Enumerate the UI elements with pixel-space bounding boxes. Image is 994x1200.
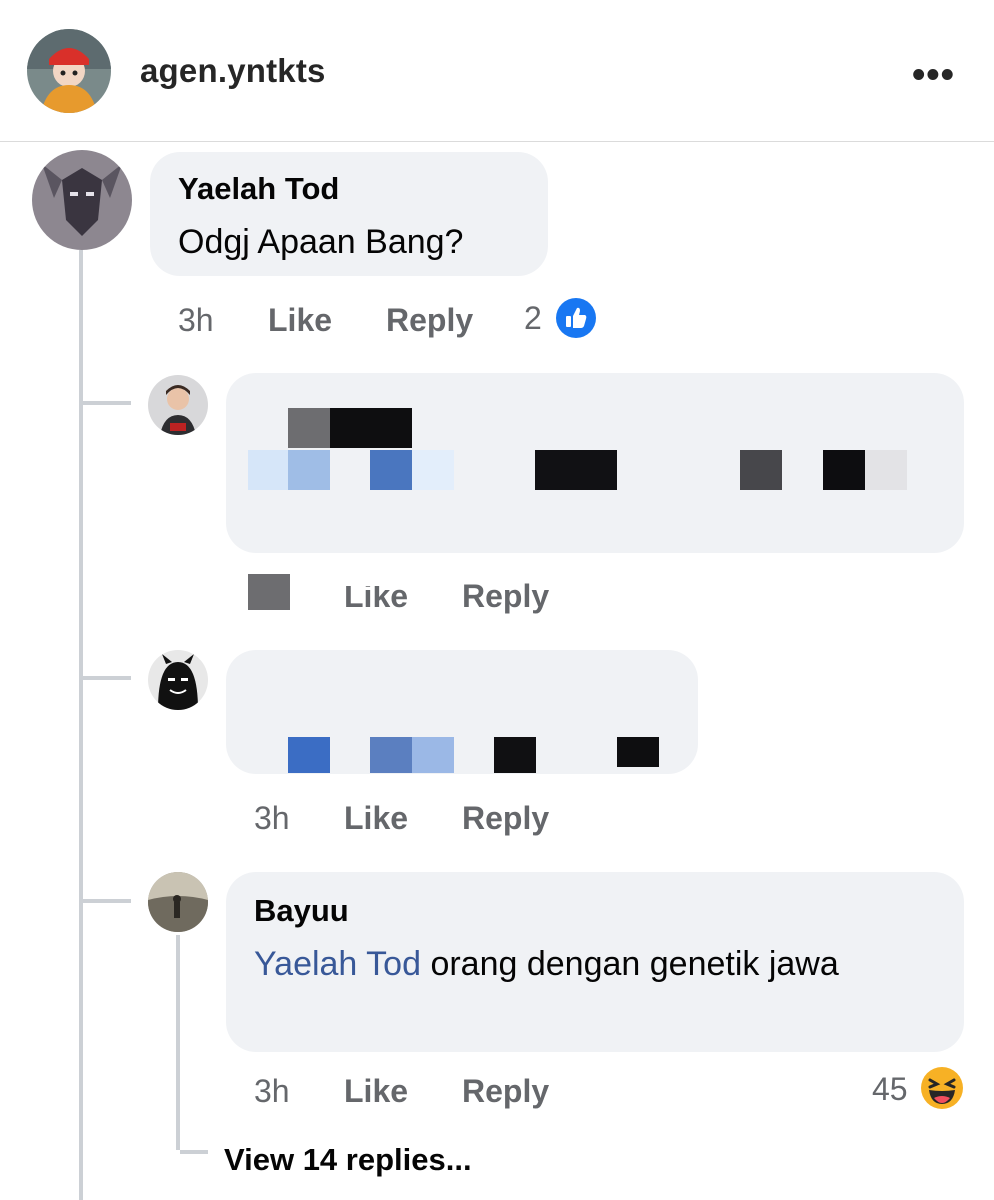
censor-block <box>330 408 412 448</box>
comment-text: Odgj Apaan Bang? <box>178 223 464 261</box>
mention-link[interactable]: Yaelah Tod <box>254 945 421 983</box>
censor-block <box>494 737 536 773</box>
commenter-avatar[interactable] <box>148 872 208 932</box>
censor-block <box>617 737 659 767</box>
reply-button[interactable]: Reply <box>462 1073 549 1110</box>
like-button[interactable]: Like <box>344 586 408 615</box>
comment-body: orang dengan genetik jawa <box>421 945 839 983</box>
commenter-avatar[interactable] <box>148 375 208 435</box>
censor-block <box>865 450 907 490</box>
censor-block <box>370 450 412 490</box>
comment-author[interactable]: Yaelah Tod <box>178 171 339 207</box>
view-replies-link[interactable]: View 14 replies... <box>224 1142 472 1178</box>
thread-branch-2 <box>83 676 131 680</box>
censor-block <box>288 737 330 773</box>
profile-username[interactable]: agen.yntkts <box>140 52 326 90</box>
censor-block <box>535 450 617 490</box>
thread-branch-view <box>180 1150 208 1154</box>
comment-time: 3h <box>254 800 290 836</box>
commenter-avatar[interactable] <box>148 650 208 710</box>
like-button[interactable]: Like <box>344 1073 408 1110</box>
censor-block <box>370 737 412 773</box>
post-header: agen.yntkts ••• <box>0 0 994 142</box>
profile-avatar[interactable] <box>27 29 111 113</box>
thread-branch-3 <box>83 899 131 903</box>
censor-block <box>248 450 288 490</box>
censor-block <box>288 408 330 448</box>
thread-branch-1 <box>83 401 131 405</box>
reaction-count: 2 <box>524 300 542 336</box>
censor-block <box>248 574 290 610</box>
reply-button[interactable]: Reply <box>462 578 549 615</box>
reply-button[interactable]: Reply <box>462 800 549 837</box>
comment-time: 3h <box>178 302 214 338</box>
comment-time: 3h <box>254 1073 290 1109</box>
reaction-count: 45 <box>872 1071 908 1107</box>
thread-line-bayuu <box>176 935 180 1150</box>
censor-block <box>412 737 454 773</box>
laughing-emoji-icon[interactable] <box>920 1066 964 1110</box>
commenter-avatar[interactable] <box>32 150 132 250</box>
like-button[interactable]: Like <box>344 800 408 837</box>
like-button[interactable]: Like <box>268 302 332 339</box>
censor-block <box>823 450 865 490</box>
reply-button[interactable]: Reply <box>386 302 473 339</box>
censor-block <box>740 450 782 490</box>
thread-line-main <box>79 250 83 1200</box>
more-options-icon[interactable]: ••• <box>912 54 955 97</box>
censor-block <box>288 450 330 490</box>
censor-block <box>412 450 454 490</box>
thumbs-up-icon[interactable] <box>555 297 597 339</box>
comment-text: Yaelah Tod orang dengan genetik jawa <box>254 938 934 990</box>
comment-author[interactable]: Bayuu <box>254 893 349 929</box>
